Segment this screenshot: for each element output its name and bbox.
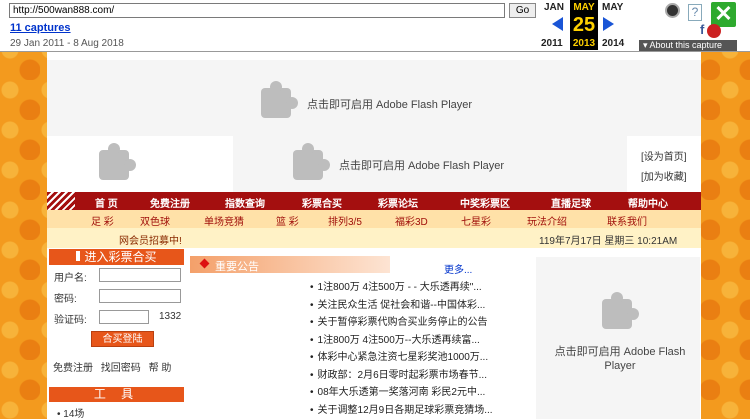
subnav-basketball[interactable]: 篮 彩 <box>276 213 299 228</box>
register-link[interactable]: 免费注册 <box>53 363 93 374</box>
list-item[interactable]: 关于调整12月9日各期足球彩票竞猜场... <box>310 401 493 419</box>
captcha-label: 验证码: <box>54 315 87 326</box>
more-link[interactable]: 更多... <box>444 261 472 276</box>
help-link[interactable]: 帮 助 <box>149 363 172 374</box>
login-links: 免费注册 找回密码 帮 助 <box>53 359 176 374</box>
set-homepage-link[interactable]: [设为首页] <box>641 148 687 168</box>
announcements-title: 重要公告 <box>215 261 259 273</box>
flash-banner-middle[interactable]: 点击即可启用 Adobe Flash Player <box>233 136 627 192</box>
list-item[interactable]: 体彩中心紧急注资七星彩奖池1000万... <box>310 348 493 366</box>
next-month-label[interactable]: MAY <box>602 2 623 13</box>
list-item[interactable]: 08年大乐透第一奖落河南 彩民2元中... <box>310 383 493 401</box>
prev-year[interactable]: 2011 <box>541 38 563 49</box>
alexa-icon[interactable] <box>665 3 680 18</box>
flash-message: 点击即可启用 Adobe Flash Player <box>339 160 505 172</box>
subnav-double-color[interactable]: 双色球 <box>140 213 170 228</box>
add-favorite-link[interactable]: [加为收藏] <box>641 168 687 188</box>
next-year[interactable]: 2014 <box>602 38 624 49</box>
captcha-code: 1332 <box>159 311 182 322</box>
flash-logo[interactable] <box>47 136 185 192</box>
puzzle-icon <box>261 81 298 118</box>
password-field[interactable] <box>99 289 181 303</box>
flash-banner-right[interactable]: 点击即可启用 Adobe Flash Player <box>536 257 700 419</box>
nav-stripe-decoration <box>47 192 75 210</box>
flash-message: 点击即可启用 Adobe Flash Player <box>307 99 473 111</box>
subnav-contact[interactable]: 联系我们 <box>607 213 647 228</box>
username-field[interactable] <box>99 268 181 282</box>
password-label: 密码: <box>54 294 77 305</box>
current-year: 2013 <box>572 38 596 49</box>
flash-banner-top[interactable]: 点击即可启用 Adobe Flash Player <box>47 60 701 136</box>
nav-register[interactable]: 免费注册 <box>150 195 190 210</box>
tools-item[interactable]: • 14场 <box>57 405 84 419</box>
util-links: [设为首页] [加为收藏] <box>641 148 687 188</box>
header-marker-icon <box>76 251 81 261</box>
about-capture-link[interactable]: ▾ About this capture <box>639 40 737 51</box>
username-label: 用户名: <box>54 273 87 284</box>
list-item[interactable]: 关于暂停彩票代购合买业务停止的公告 <box>310 313 493 331</box>
announcements-panel: 重要公告 更多... 1注800万 4注500万 - - 大乐透再续"... 关… <box>190 256 534 419</box>
prev-capture-arrow-icon[interactable] <box>552 17 563 31</box>
nav-group-buy[interactable]: 彩票合买 <box>302 195 342 210</box>
sub-nav: 足 彩 双色球 单场竞猜 篮 彩 排列3/5 福彩3D 七星彩 玩法介绍 联系我… <box>47 210 701 228</box>
tools-panel: 工 具 • 14场 <box>49 387 184 419</box>
captures-link[interactable]: 11 captures <box>10 22 71 34</box>
ticker-bar: 网会员招募中! 119年7月17日 星期三 10:21AM <box>47 228 701 248</box>
url-input[interactable]: http://500wan888.com/ <box>9 3 505 18</box>
nav-winning-area[interactable]: 中奖彩票区 <box>460 195 510 210</box>
subnav-seven-star[interactable]: 七星彩 <box>461 213 491 228</box>
flash-message: 点击即可启用 Adobe Flash Player <box>554 346 686 372</box>
main-page: 点击即可启用 Adobe Flash Player 点击即可启用 Adobe F… <box>47 52 701 419</box>
facebook-icon[interactable]: f <box>700 22 704 37</box>
subnav-single-match[interactable]: 单场竞猜 <box>204 213 244 228</box>
main-nav: 首 页 免费注册 指数查询 彩票合买 彩票论坛 中奖彩票区 直播足球 帮助中心 <box>47 192 701 210</box>
current-day: 25 <box>572 14 596 36</box>
list-item[interactable]: 1注800万 4注500万--大乐透再续富... <box>310 331 493 349</box>
ticker-message: 网会员招募中! <box>119 236 182 247</box>
login-button[interactable]: 合买登陆 <box>91 331 154 347</box>
list-item[interactable]: 1注800万 4注500万 - - 大乐透再续"... <box>310 278 493 296</box>
capture-date-range: 29 Jan 2011 - 8 Aug 2018 <box>10 38 124 49</box>
announcements-list: 1注800万 4注500万 - - 大乐透再续"... 关注民众生活 促社会和谐… <box>310 278 493 418</box>
subnav-pailie[interactable]: 排列3/5 <box>328 213 362 228</box>
nav-forum[interactable]: 彩票论坛 <box>378 195 418 210</box>
nav-live-football[interactable]: 直播足球 <box>551 195 591 210</box>
recover-password-link[interactable]: 找回密码 <box>101 363 141 374</box>
login-panel: 进入彩票合买 用户名: 密码: 验证码: 1332 合买登陆 免费注册 找回密码… <box>49 249 184 379</box>
help-icon[interactable]: ? <box>688 4 702 21</box>
puzzle-icon <box>99 143 136 180</box>
date-time: 119年7月17日 星期三 10:21AM <box>539 236 678 247</box>
subnav-fc3d[interactable]: 福彩3D <box>395 213 428 228</box>
wayback-toolbar: http://500wan888.com/ Go 11 captures 29 … <box>0 0 750 52</box>
announcements-header: 重要公告 <box>190 256 390 273</box>
nav-index-query[interactable]: 指数查询 <box>225 195 265 210</box>
login-title: 进入彩票合买 <box>84 250 157 264</box>
puzzle-icon <box>602 292 639 329</box>
prev-month-label[interactable]: JAN <box>544 2 564 13</box>
puzzle-icon <box>293 143 330 180</box>
diamond-icon <box>199 258 210 269</box>
list-item[interactable]: 财政部：2月6日零时起彩票市场春节... <box>310 366 493 384</box>
twitter-icon[interactable] <box>707 24 721 38</box>
captcha-field[interactable] <box>99 310 149 324</box>
subnav-football-lottery[interactable]: 足 彩 <box>91 213 114 228</box>
tools-title: 工 具 <box>49 387 184 402</box>
nav-help[interactable]: 帮助中心 <box>628 195 668 210</box>
next-capture-arrow-icon[interactable] <box>603 17 614 31</box>
subnav-how-to-play[interactable]: 玩法介绍 <box>527 213 567 228</box>
go-button[interactable]: Go <box>509 3 536 18</box>
list-item[interactable]: 关注民众生活 促社会和谐--中国体彩... <box>310 296 493 314</box>
nav-home[interactable]: 首 页 <box>95 195 118 210</box>
login-panel-header: 进入彩票合买 <box>49 249 184 265</box>
